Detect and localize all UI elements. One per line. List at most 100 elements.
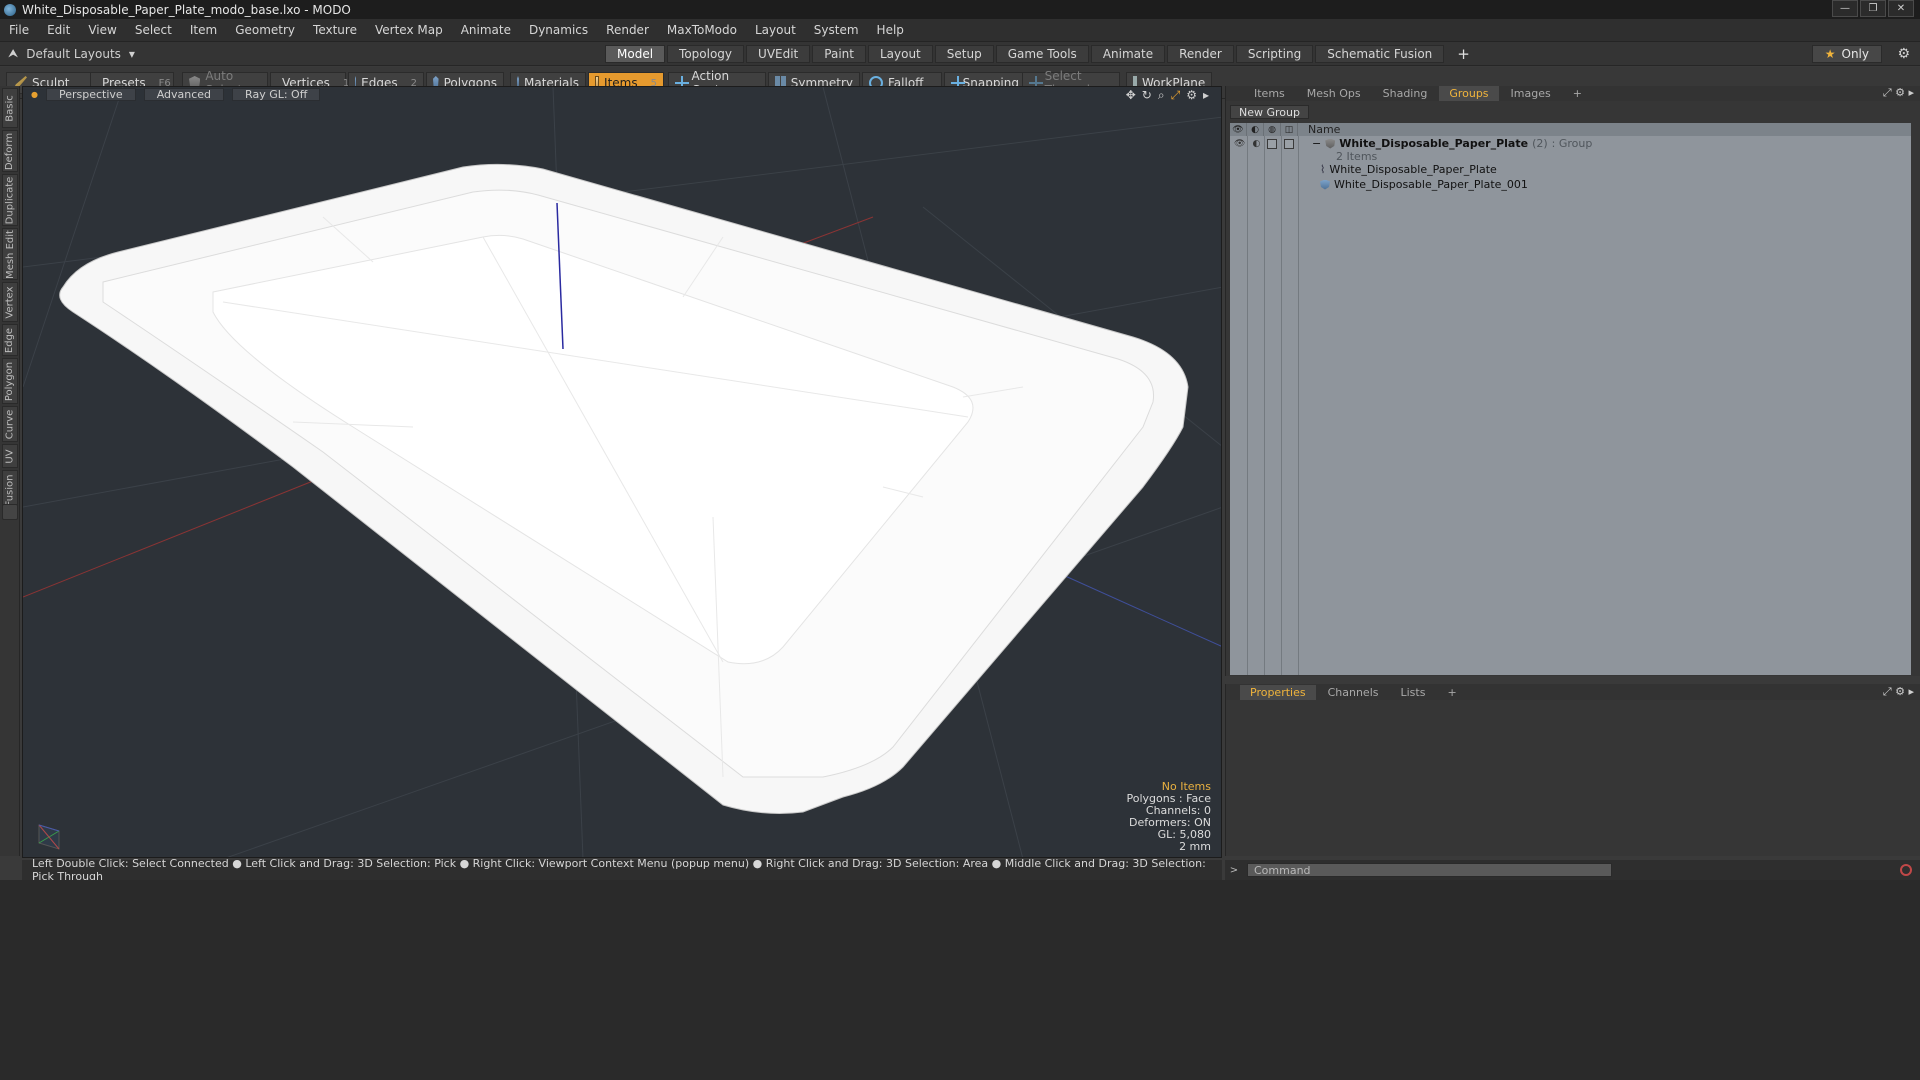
tab-paint[interactable]: Paint bbox=[812, 45, 866, 63]
tab-channels[interactable]: Channels bbox=[1318, 685, 1389, 700]
tab-render[interactable]: Render bbox=[1167, 45, 1234, 63]
window-title: White_Disposable_Paper_Plate_modo_base.l… bbox=[22, 2, 351, 17]
menu-layout[interactable]: Layout bbox=[746, 23, 805, 37]
viewport-nav-icons: ✥ ↻ ⌕ ⤢ ⚙ ▸ bbox=[1126, 88, 1209, 103]
tab-images[interactable]: Images bbox=[1501, 86, 1561, 101]
menu-system[interactable]: System bbox=[805, 23, 868, 37]
close-button[interactable]: ✕ bbox=[1888, 0, 1914, 17]
menu-view[interactable]: View bbox=[79, 23, 125, 37]
group-child-item[interactable]: ⌇ White_Disposable_Paper_Plate bbox=[1320, 163, 1497, 176]
tab-uvedit[interactable]: UVEdit bbox=[746, 45, 811, 63]
lock-column-icon[interactable]: ◍ bbox=[1264, 123, 1281, 136]
tab-mesh-ops[interactable]: Mesh Ops bbox=[1297, 86, 1371, 101]
group-count: (2) bbox=[1532, 137, 1548, 150]
settings-icon[interactable]: ⚙ bbox=[1186, 88, 1197, 103]
command-history-icon[interactable]: > bbox=[1225, 865, 1243, 876]
visibility-column-icon[interactable]: 👁 bbox=[1230, 123, 1247, 136]
3d-viewport[interactable]: ● Perspective Advanced Ray GL: Off ✥ ↻ ⌕… bbox=[22, 86, 1222, 858]
minimize-button[interactable]: — bbox=[1832, 0, 1858, 17]
sidetab-edge[interactable]: Edge bbox=[2, 324, 18, 356]
add-panel-tab-button[interactable]: + bbox=[1563, 86, 1592, 101]
sidetab-duplicate[interactable]: Duplicate bbox=[2, 174, 18, 226]
default-layouts-dropdown[interactable]: ⮝ Default Layouts ▾ bbox=[8, 46, 135, 61]
sidetab-polygon[interactable]: Polygon bbox=[2, 358, 18, 404]
properties-expand-icon[interactable]: ⤢ ⚙ ▸ bbox=[1883, 685, 1914, 699]
menu-edit[interactable]: Edit bbox=[38, 23, 79, 37]
window-controls: — ❐ ✕ bbox=[1832, 0, 1914, 17]
tab-setup[interactable]: Setup bbox=[934, 45, 994, 63]
menu-bar: File Edit View Select Item Geometry Text… bbox=[0, 19, 1920, 42]
arrow-right-icon[interactable]: ▸ bbox=[1203, 88, 1209, 103]
command-bar: > bbox=[1225, 860, 1920, 880]
group-select-toggle[interactable] bbox=[1284, 139, 1295, 149]
shading-mode-button[interactable]: Advanced bbox=[143, 87, 225, 101]
menu-vertex-map[interactable]: Vertex Map bbox=[366, 23, 452, 37]
menu-maxtomodo[interactable]: MaxToModo bbox=[658, 23, 746, 37]
gear-icon[interactable]: ⚙ bbox=[1897, 46, 1910, 62]
tab-shading[interactable]: Shading bbox=[1373, 86, 1438, 101]
collapse-icon[interactable]: − bbox=[1312, 137, 1321, 150]
group-child-item[interactable]: White_Disposable_Paper_Plate_001 bbox=[1320, 178, 1528, 191]
tab-layout[interactable]: Layout bbox=[867, 45, 933, 63]
sidetab-toggle-button[interactable] bbox=[2, 504, 18, 520]
viewport-scene[interactable] bbox=[23, 87, 1222, 858]
rotate-icon[interactable]: ↻ bbox=[1142, 88, 1152, 103]
tab-items[interactable]: Items bbox=[1244, 86, 1295, 101]
maximize-icon[interactable]: ⤢ bbox=[1171, 88, 1181, 103]
tab-scripting[interactable]: Scripting bbox=[1235, 45, 1314, 63]
sidetab-mesh-edit[interactable]: Mesh Edit bbox=[2, 228, 18, 280]
group-row[interactable]: − White_Disposable_Paper_Plate (2) : Gro… bbox=[1312, 137, 1592, 150]
tab-groups[interactable]: Groups bbox=[1439, 86, 1499, 101]
groups-list[interactable]: 👁 ◐ ◍ ◫ Name 👁 ◐ − White_Disposable_Pape… bbox=[1230, 123, 1911, 675]
group-visibility-toggle[interactable]: 👁 bbox=[1234, 139, 1245, 149]
tab-schematic-fusion[interactable]: Schematic Fusion bbox=[1315, 45, 1445, 63]
stop-icon[interactable] bbox=[1900, 864, 1912, 876]
tab-model[interactable]: Model bbox=[605, 45, 666, 63]
sidetab-curve[interactable]: Curve bbox=[2, 406, 18, 442]
group-render-toggle[interactable]: ◐ bbox=[1252, 139, 1260, 149]
menu-item[interactable]: Item bbox=[181, 23, 226, 37]
tab-topology[interactable]: Topology bbox=[667, 45, 745, 63]
add-tab-button[interactable]: + bbox=[1446, 45, 1481, 63]
menu-help[interactable]: Help bbox=[868, 23, 913, 37]
menu-file[interactable]: File bbox=[0, 23, 38, 37]
group-subtitle: 2 Items bbox=[1336, 150, 1378, 163]
group-lock-toggle[interactable] bbox=[1267, 139, 1278, 149]
raygl-button[interactable]: Ray GL: Off bbox=[232, 87, 321, 101]
zoom-icon[interactable]: ⌕ bbox=[1158, 88, 1165, 103]
render-column-icon[interactable]: ◐ bbox=[1247, 123, 1264, 136]
sidetab-vertex[interactable]: Vertex bbox=[2, 282, 18, 322]
tab-lists[interactable]: Lists bbox=[1391, 685, 1436, 700]
new-group-button[interactable]: New Group bbox=[1230, 105, 1309, 119]
z-axis-line bbox=[1062, 574, 1221, 647]
star-icon: ★ bbox=[1824, 47, 1836, 61]
sidetab-deform[interactable]: Deform bbox=[2, 130, 18, 172]
maximize-button[interactable]: ❐ bbox=[1860, 0, 1886, 17]
menu-select[interactable]: Select bbox=[126, 23, 181, 37]
select-column-icon[interactable]: ◫ bbox=[1281, 123, 1298, 136]
menu-animate[interactable]: Animate bbox=[452, 23, 520, 37]
sidetab-uv[interactable]: UV bbox=[2, 444, 18, 468]
only-button[interactable]: ★ Only bbox=[1811, 45, 1882, 63]
sidetab-basic[interactable]: Basic bbox=[2, 88, 18, 128]
menu-dynamics[interactable]: Dynamics bbox=[520, 23, 597, 37]
expand-icon[interactable]: ⤢ ⚙ ▸ bbox=[1883, 86, 1914, 100]
menu-render[interactable]: Render bbox=[597, 23, 658, 37]
status-bar: Left Double Click: Select Connected ● Le… bbox=[22, 857, 1222, 883]
name-column-header[interactable]: Name bbox=[1298, 123, 1340, 136]
viewport-info-overlay: No Items Polygons : Face Channels: 0 Def… bbox=[1126, 781, 1211, 853]
add-properties-tab-button[interactable]: + bbox=[1437, 685, 1466, 700]
tab-game-tools[interactable]: Game Tools bbox=[995, 45, 1089, 63]
menu-geometry[interactable]: Geometry bbox=[226, 23, 304, 37]
command-input[interactable] bbox=[1247, 863, 1612, 877]
tab-animate[interactable]: Animate bbox=[1090, 45, 1166, 63]
tab-properties[interactable]: Properties bbox=[1240, 684, 1316, 700]
view-type-button[interactable]: Perspective bbox=[45, 87, 136, 101]
only-label: Only bbox=[1841, 47, 1870, 61]
move-icon[interactable]: ✥ bbox=[1126, 88, 1136, 103]
group-type: : Group bbox=[1551, 137, 1593, 150]
viewport-menu-icon[interactable]: ● bbox=[31, 90, 38, 99]
groups-panel: Items Mesh Ops Shading Groups Images + ⤢… bbox=[1225, 86, 1920, 676]
menu-texture[interactable]: Texture bbox=[304, 23, 366, 37]
layout-collapse-icon[interactable]: ⮝ bbox=[8, 46, 18, 61]
